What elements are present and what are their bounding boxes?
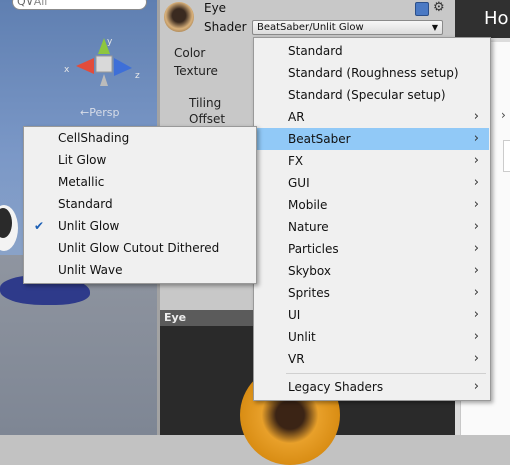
search-icon: Q∨ (17, 0, 34, 8)
help-book-icon[interactable] (415, 2, 429, 16)
menu-item-label: GUI (288, 176, 310, 190)
menu-item-legacy-shaders[interactable]: Legacy Shaders › (255, 376, 489, 398)
shader-label: Shader (204, 20, 247, 34)
scene-gizmo[interactable]: y x z (60, 30, 140, 100)
chevron-right-icon: › (473, 241, 479, 256)
menu-item-label: UI (288, 308, 301, 322)
chevron-right-icon: › (473, 131, 479, 146)
gizmo-neg-y-cone[interactable] (100, 74, 108, 86)
menu-item-standard-specular[interactable]: Standard (Specular setup) (255, 84, 489, 106)
texture-property-label: Texture (174, 64, 218, 78)
menu-item-label: Sprites (288, 286, 330, 300)
menu-item-label: Legacy Shaders (288, 380, 384, 394)
menu-item-mobile[interactable]: Mobile › (255, 194, 489, 216)
menu-item-ar[interactable]: AR › (255, 106, 489, 128)
chevron-right-icon: › (473, 197, 479, 212)
menu-item-vr[interactable]: VR › (255, 348, 489, 370)
menu-item-label: Standard (58, 197, 113, 211)
submenu-item-cellshading[interactable]: CellShading (25, 127, 255, 149)
menu-item-label: FX (288, 154, 304, 168)
perspective-label[interactable]: ←Persp (80, 106, 119, 119)
chevron-right-icon: › (473, 307, 479, 322)
hierarchy-search-input[interactable]: Q∨All (12, 0, 147, 10)
menu-item-label: Standard (288, 44, 343, 58)
submenu-item-lit-glow[interactable]: Lit Glow (25, 149, 255, 171)
material-name: Eye (204, 1, 227, 15)
chevron-right-icon: › (473, 285, 479, 300)
menu-item-label: CellShading (58, 131, 130, 145)
chevron-right-icon: › (473, 219, 479, 234)
gizmo-y-label: y (107, 37, 113, 47)
right-panel-title[interactable]: Ho (484, 8, 509, 29)
menu-item-label: Unlit Wave (58, 263, 123, 277)
gizmo-z-cone[interactable] (114, 58, 132, 76)
chevron-right-icon: › (473, 263, 479, 278)
beatsaber-submenu: CellShading Lit Glow Metallic Standard ✔… (23, 126, 257, 284)
menu-item-standard[interactable]: Standard (255, 40, 489, 62)
menu-item-label: Skybox (288, 264, 331, 278)
color-property-label: Color (174, 46, 206, 60)
shader-menu: Standard Standard (Roughness setup) Stan… (253, 37, 491, 401)
material-thumbnail (164, 2, 194, 32)
menu-item-ui[interactable]: UI › (255, 304, 489, 326)
chevron-right-icon: › (473, 379, 479, 394)
dropdown-arrow-icon: ▼ (431, 23, 438, 32)
chevron-right-icon[interactable]: › (501, 108, 506, 122)
chevron-right-icon: › (473, 351, 479, 366)
right-panel-field[interactable] (503, 140, 510, 172)
chevron-right-icon: › (473, 329, 479, 344)
menu-item-label: Standard (Roughness setup) (288, 66, 459, 80)
submenu-item-metallic[interactable]: Metallic (25, 171, 255, 193)
menu-item-label: Lit Glow (58, 153, 107, 167)
menu-item-label: Mobile (288, 198, 328, 212)
menu-item-fx[interactable]: FX › (255, 150, 489, 172)
chevron-right-icon: › (473, 109, 479, 124)
search-placeholder: All (33, 0, 48, 8)
menu-item-label: AR (288, 110, 305, 124)
menu-separator (286, 373, 486, 374)
menu-item-label: BeatSaber (288, 132, 351, 146)
checkmark-icon: ✔ (34, 219, 45, 233)
submenu-item-unlit-glow-cutout-dithered[interactable]: Unlit Glow Cutout Dithered (25, 237, 255, 259)
menu-item-label: Nature (288, 220, 329, 234)
shader-dropdown-value: BeatSaber/Unlit Glow (257, 22, 364, 33)
chevron-right-icon: › (473, 153, 479, 168)
menu-item-label: Unlit Glow Cutout Dithered (58, 241, 220, 255)
menu-item-unlit[interactable]: Unlit › (255, 326, 489, 348)
menu-item-label: Metallic (58, 175, 105, 189)
gear-icon[interactable]: ⚙ (433, 0, 445, 15)
submenu-item-unlit-wave[interactable]: Unlit Wave (25, 259, 255, 281)
menu-item-skybox[interactable]: Skybox › (255, 260, 489, 282)
offset-property-label: Offset (189, 112, 226, 126)
menu-item-sprites[interactable]: Sprites › (255, 282, 489, 304)
submenu-item-standard[interactable]: Standard (25, 193, 255, 215)
gizmo-center-cube[interactable] (95, 55, 113, 73)
shader-dropdown[interactable]: BeatSaber/Unlit Glow ▼ (252, 20, 443, 35)
menu-item-standard-roughness[interactable]: Standard (Roughness setup) (255, 62, 489, 84)
menu-item-label: Standard (Specular setup) (288, 88, 446, 102)
gizmo-z-label: z (135, 71, 140, 81)
chevron-right-icon: › (473, 175, 479, 190)
tiling-property-label: Tiling (189, 96, 222, 110)
submenu-item-unlit-glow[interactable]: ✔ Unlit Glow (25, 215, 255, 237)
menu-item-particles[interactable]: Particles › (255, 238, 489, 260)
menu-item-label: Unlit Glow (58, 219, 120, 233)
menu-item-nature[interactable]: Nature › (255, 216, 489, 238)
menu-item-label: VR (288, 352, 305, 366)
gizmo-x-cone[interactable] (76, 58, 94, 74)
menu-item-beatsaber[interactable]: BeatSaber › (255, 128, 489, 150)
gizmo-x-label: x (64, 65, 70, 75)
menu-item-label: Unlit (288, 330, 316, 344)
menu-item-label: Particles (288, 242, 339, 256)
menu-item-gui[interactable]: GUI › (255, 172, 489, 194)
